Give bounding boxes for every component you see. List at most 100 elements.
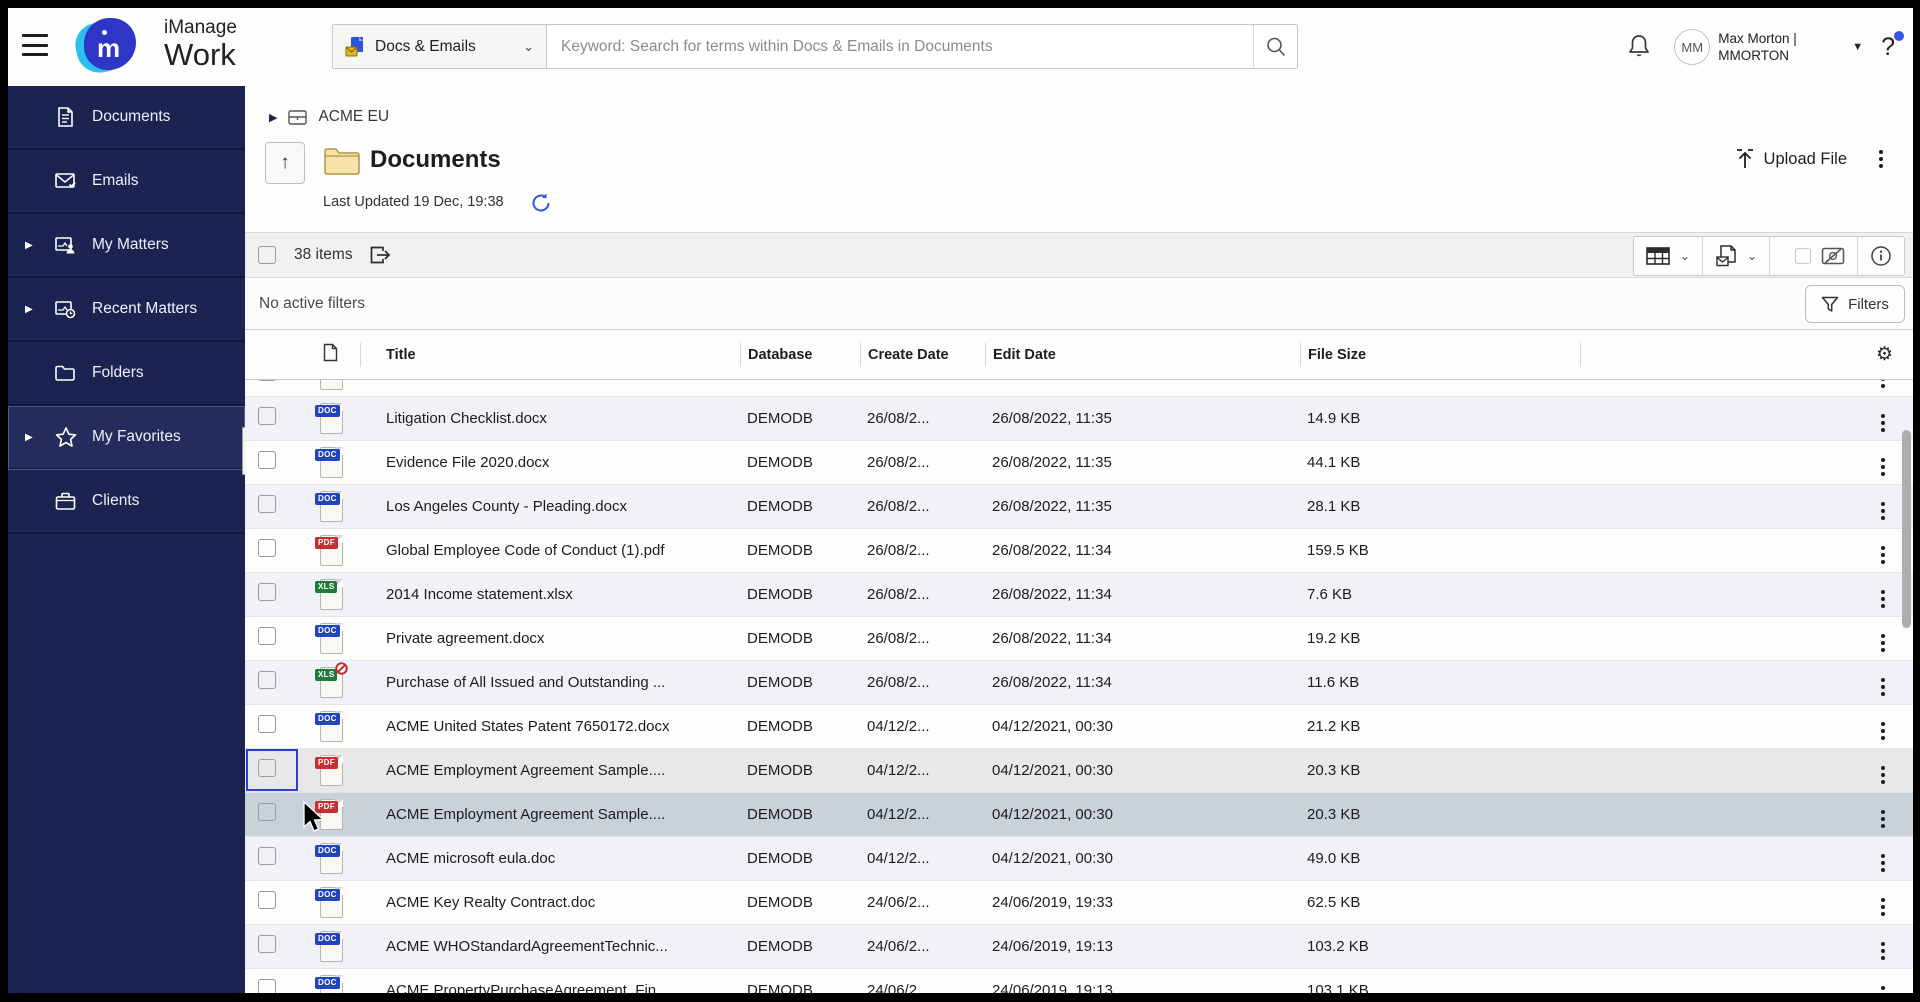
- row-menu-kebab[interactable]: [1881, 546, 1885, 564]
- document-title[interactable]: 2014 Income statement.xlsx: [360, 586, 740, 603]
- table-row[interactable]: DOC Private agreement.docx DEMODB 26/08/…: [245, 617, 1913, 661]
- expand-arrow-icon[interactable]: ▶: [25, 304, 33, 315]
- row-checkbox[interactable]: [258, 583, 276, 601]
- column-header-title[interactable]: Title: [360, 342, 740, 367]
- document-title[interactable]: Global Employee Code of Conduct (1).pdf: [360, 542, 740, 559]
- folder-menu-kebab[interactable]: [1879, 150, 1883, 168]
- navigate-up-button[interactable]: ↑: [265, 142, 305, 184]
- search-scope-selector[interactable]: Docs & Emails ⌄: [333, 25, 547, 68]
- send-export-button[interactable]: ⌄: [1703, 237, 1770, 275]
- row-menu-kebab[interactable]: [1881, 854, 1885, 872]
- row-menu-kebab[interactable]: [1881, 766, 1885, 784]
- search-button[interactable]: [1253, 25, 1297, 68]
- filters-button[interactable]: Filters: [1805, 285, 1905, 323]
- document-title[interactable]: Evidence File 2020.docx: [360, 454, 740, 471]
- table-row[interactable]: DOC ACME United States Patent 7650172.do…: [245, 705, 1913, 749]
- document-title[interactable]: Purchase of All Issued and Outstanding .…: [360, 674, 740, 691]
- avatar[interactable]: MM: [1674, 29, 1711, 65]
- info-button[interactable]: [1858, 237, 1904, 275]
- column-header-database[interactable]: Database: [740, 342, 860, 367]
- row-menu-kebab[interactable]: [1881, 502, 1885, 520]
- row-checkbox[interactable]: [258, 627, 276, 645]
- sidebar-item-documents[interactable]: Documents: [8, 86, 245, 150]
- document-title[interactable]: ACME PropertyPurchaseAgreement_Fin...: [360, 982, 740, 993]
- file-type-column-icon[interactable]: [323, 343, 338, 367]
- row-checkbox[interactable]: [258, 539, 276, 557]
- row-menu-kebab[interactable]: [1881, 722, 1885, 740]
- help-button[interactable]: ?: [1881, 30, 1904, 62]
- row-menu-kebab[interactable]: [1881, 380, 1885, 388]
- row-menu-kebab[interactable]: [1881, 458, 1885, 476]
- document-title[interactable]: ACME WHOStandardAgreementTechnic...: [360, 938, 740, 955]
- document-title[interactable]: Litigation Checklist.docx: [360, 410, 740, 427]
- preview-off-icon[interactable]: [1821, 246, 1845, 266]
- sidebar-item-my-favorites[interactable]: ▶ My Favorites: [8, 406, 245, 470]
- sidebar-item-my-matters[interactable]: ▶ My Matters: [8, 214, 245, 278]
- refresh-icon[interactable]: [530, 192, 552, 214]
- row-checkbox[interactable]: [258, 715, 276, 733]
- table-row[interactable]: DOC ACME PropertyPurchaseAgreement_Fin..…: [245, 969, 1913, 993]
- document-title[interactable]: Private agreement.docx: [360, 630, 740, 647]
- sidebar-item-clients[interactable]: Clients: [8, 470, 245, 534]
- breadcrumb-label[interactable]: ACME EU: [318, 108, 389, 126]
- column-header-create-date[interactable]: Create Date: [860, 342, 985, 367]
- table-row[interactable]: DOC Los Angeles County - Pleading.docx D…: [245, 485, 1913, 529]
- sidebar-item-folders[interactable]: Folders: [8, 342, 245, 406]
- breadcrumb[interactable]: ▶ ACME EU: [269, 108, 389, 126]
- search-input[interactable]: [547, 25, 1253, 68]
- row-menu-kebab[interactable]: [1881, 898, 1885, 916]
- table-row[interactable]: XLS Purchase of All Issued and Outstandi…: [245, 661, 1913, 705]
- select-all-checkbox[interactable]: [258, 246, 276, 264]
- row-menu-kebab[interactable]: [1881, 986, 1885, 993]
- row-menu-kebab[interactable]: [1881, 942, 1885, 960]
- document-title[interactable]: ACME United States Patent 7650172.docx: [360, 718, 740, 735]
- row-menu-kebab[interactable]: [1881, 678, 1885, 696]
- column-header-file-size[interactable]: File Size: [1300, 342, 1580, 367]
- expand-arrow-icon[interactable]: ▶: [25, 432, 33, 443]
- document-title[interactable]: ACME Key Realty Contract.doc: [360, 894, 740, 911]
- document-title[interactable]: ACME Employment Agreement Sample....: [360, 806, 740, 823]
- document-title[interactable]: Los Angeles County - Pleading.docx: [360, 498, 740, 515]
- view-selector-button[interactable]: ⌄: [1634, 237, 1703, 275]
- hamburger-menu-icon[interactable]: [22, 34, 48, 56]
- row-menu-kebab[interactable]: [1881, 634, 1885, 652]
- imanage-logo[interactable]: m: [71, 16, 148, 78]
- row-checkbox[interactable]: [258, 803, 276, 821]
- row-checkbox[interactable]: [258, 495, 276, 513]
- user-name[interactable]: Max Morton | MMORTON: [1718, 30, 1814, 64]
- table-row[interactable]: PDF ACME Employment Agreement Sample....…: [245, 793, 1913, 837]
- table-row[interactable]: DOC: [245, 380, 1913, 397]
- upload-file-button[interactable]: Upload File: [1735, 148, 1847, 170]
- row-checkbox[interactable]: [258, 380, 276, 381]
- notifications-bell-icon[interactable]: [1626, 33, 1652, 61]
- row-checkbox[interactable]: [258, 935, 276, 953]
- row-menu-kebab[interactable]: [1881, 414, 1885, 432]
- table-row[interactable]: DOC Litigation Checklist.docx DEMODB 26/…: [245, 397, 1913, 441]
- document-title[interactable]: ACME microsoft eula.doc: [360, 850, 740, 867]
- scrollbar-thumb[interactable]: [1902, 430, 1911, 628]
- row-checkbox[interactable]: [258, 759, 276, 777]
- table-row[interactable]: DOC Evidence File 2020.docx DEMODB 26/08…: [245, 441, 1913, 485]
- row-checkbox[interactable]: [258, 891, 276, 909]
- user-menu-caret-icon[interactable]: ▼: [1852, 41, 1863, 53]
- sidebar-item-emails[interactable]: Emails: [8, 150, 245, 214]
- breadcrumb-expand-icon[interactable]: ▶: [269, 111, 277, 124]
- row-checkbox[interactable]: [258, 407, 276, 425]
- column-header-edit-date[interactable]: Edit Date: [985, 342, 1300, 367]
- preview-checkbox[interactable]: [1795, 248, 1811, 264]
- table-row[interactable]: DOC ACME Key Realty Contract.doc DEMODB …: [245, 881, 1913, 925]
- row-checkbox[interactable]: [258, 451, 276, 469]
- document-title[interactable]: ACME Employment Agreement Sample....: [360, 762, 740, 779]
- table-row[interactable]: DOC ACME microsoft eula.doc DEMODB 04/12…: [245, 837, 1913, 881]
- row-menu-kebab[interactable]: [1881, 590, 1885, 608]
- row-menu-kebab[interactable]: [1881, 810, 1885, 828]
- column-settings-gear-icon[interactable]: ⚙: [1876, 343, 1893, 366]
- row-checkbox[interactable]: [258, 979, 276, 993]
- table-row[interactable]: XLS 2014 Income statement.xlsx DEMODB 26…: [245, 573, 1913, 617]
- table-row[interactable]: PDF ACME Employment Agreement Sample....…: [245, 749, 1913, 793]
- sidebar-item-recent-matters[interactable]: ▶ Recent Matters: [8, 278, 245, 342]
- expand-arrow-icon[interactable]: ▶: [25, 240, 33, 251]
- row-checkbox[interactable]: [258, 671, 276, 689]
- export-list-icon[interactable]: [369, 245, 391, 265]
- row-checkbox[interactable]: [258, 847, 276, 865]
